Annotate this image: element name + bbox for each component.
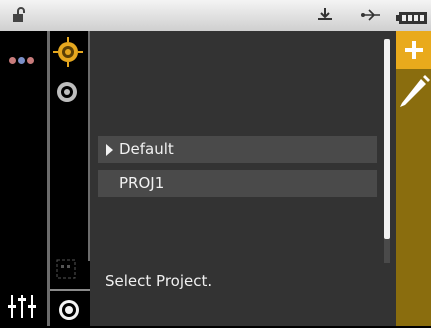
divider — [47, 31, 50, 326]
left-rail — [0, 31, 47, 326]
indicator-dots — [9, 49, 36, 68]
measure-button[interactable] — [50, 289, 90, 328]
list-item-proj1[interactable]: PROJ1 — [98, 170, 377, 197]
target-icon[interactable] — [53, 37, 83, 71]
list-item-label: Default — [119, 140, 174, 158]
right-rail — [396, 31, 431, 326]
add-button[interactable] — [396, 31, 431, 69]
usb-icon — [360, 7, 382, 27]
status-message: Select Project. — [105, 272, 213, 290]
edit-button[interactable] — [396, 69, 431, 111]
sliders-icon[interactable] — [8, 293, 38, 323]
status-bar — [0, 0, 431, 31]
scrollbar-thumb[interactable] — [384, 39, 390, 239]
indicator-dot — [27, 57, 34, 64]
indicator-dot — [9, 57, 16, 64]
list-item-label: PROJ1 — [119, 174, 165, 192]
tray-download-icon — [316, 7, 334, 27]
pencil-icon — [400, 75, 430, 107]
measure-ring-icon — [59, 300, 79, 320]
unlock-icon[interactable] — [12, 7, 26, 27]
tool-column — [47, 31, 90, 328]
battery-icon — [396, 9, 428, 28]
indicator-dot — [18, 57, 25, 64]
selected-caret-icon — [106, 144, 113, 156]
selection-icon — [56, 259, 76, 283]
list-item-default[interactable]: Default — [98, 136, 377, 163]
project-panel: Default PROJ1 Select Project. — [90, 31, 396, 326]
lens-icon[interactable] — [56, 81, 78, 107]
